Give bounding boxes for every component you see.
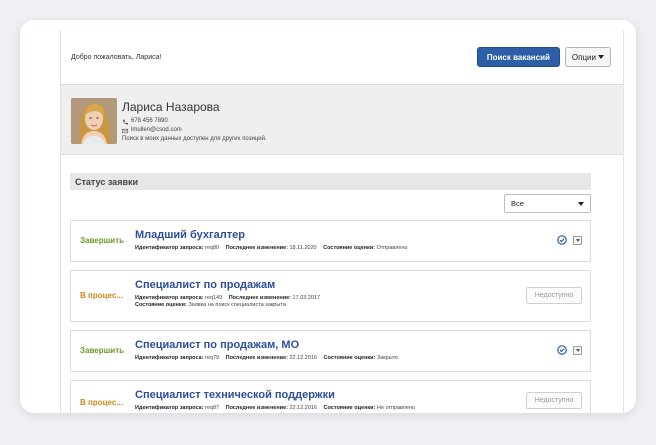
chevron-down-icon [575,348,580,352]
phone-line: 678 456 7890 [122,117,267,126]
job-title-link[interactable]: Специалист по продажам, МО [135,339,299,351]
phone-icon [122,119,128,124]
row-actions [557,235,582,245]
request-id-value: req80 [205,245,220,251]
status-label: Завершить [80,236,125,245]
assessment-status-value: Не отправлено [376,405,416,411]
requisition-meta-secondary: Состояние оценки: Заявка на поиск специа… [135,302,286,309]
assessment-status-label: Состояние оценки: [323,405,376,411]
requisition-meta: Идентификатор запроса: req149 Последнее … [135,295,320,302]
top-bar-actions: Поиск вакансий Опции [476,47,611,67]
job-title-link[interactable]: Специалист по продажам [135,279,275,291]
profile-info: Лариса Назарова 678 456 7890 lmullen@cso… [122,100,267,144]
status-label: В процес... [80,398,123,407]
requisition-meta: Идентификатор запроса: req79 Последнее и… [135,355,398,362]
requisition-card: В процес... Специалист по продажам Идент… [70,270,591,322]
assessment-status-value: Отправлено [376,245,408,251]
job-title-link[interactable]: Специалист технической поддержки [135,389,335,401]
status-filter-select[interactable]: Все [504,194,591,213]
top-bar: Добро пожаловать, Лариса! Поиск вакансий… [61,30,623,85]
request-id-label: Идентификатор запроса: [135,355,204,361]
career-center-page: Добро пожаловать, Лариса! Поиск вакансий… [60,30,624,413]
status-label: В процес... [80,291,123,300]
request-id-label: Идентификатор запроса: [135,245,204,251]
profile-panel: Лариса Назарова 678 456 7890 lmullen@cso… [61,85,623,155]
last-change-label: Последнее изменение: [228,295,292,301]
options-dropdown-button[interactable]: Опции [564,47,611,67]
assessment-status-label: Состояние оценки: [135,302,187,308]
request-id-value: req87 [205,405,220,411]
email-line: lmullen@csod.com [122,126,267,135]
requisition-meta: Идентификатор запроса: req87 Последнее и… [135,405,415,412]
check-circle-icon [557,235,567,245]
last-change-value: 18.11.2020 [289,245,317,251]
requisition-meta: Идентификатор запроса: req80 Последнее и… [135,245,408,252]
check-circle-icon [557,345,567,355]
filter-value: Все [511,199,524,208]
unavailable-button[interactable]: Недоступно [526,287,582,304]
last-change-value: 17.03.2017 [292,295,321,301]
chevron-down-icon [598,55,604,59]
chevron-down-icon [578,201,584,206]
chevron-down-icon [575,238,580,242]
request-id-label: Идентификатор запроса: [135,295,204,301]
screenshot-frame: Добро пожаловать, Лариса! Поиск вакансий… [20,20,636,413]
assessment-status-label: Состояние оценки: [323,355,376,361]
profile-name: Лариса Назарова [122,100,220,114]
request-id-value: req149 [205,295,223,301]
assessment-status-value: Закрыто [376,355,399,361]
row-menu-button[interactable] [573,235,582,245]
requisition-card: В процес... Специалист технической подде… [70,380,591,413]
avatar[interactable] [71,98,117,144]
search-jobs-button[interactable]: Поиск вакансий [476,47,560,67]
assessment-status-value: Заявка на поиск специалиста закрыта [188,302,286,308]
unavailable-button[interactable]: Недоступно [526,392,582,409]
request-id-label: Идентификатор запроса: [135,405,204,411]
row-menu-button[interactable] [573,345,582,355]
request-id-value: req79 [205,355,220,361]
email-address: lmullen@csod.com [131,127,182,133]
privacy-note: Поиск в моих данных доступен для других … [122,136,267,142]
welcome-message: Добро пожаловать, Лариса! [71,53,162,61]
row-actions [557,345,582,355]
requisition-card: Завершить Младший бухгалтер Идентификато… [70,220,591,262]
last-change-label: Последнее изменение: [225,405,288,411]
last-change-value: 22.12.2016 [289,405,318,411]
assessment-status-label: Состояние оценки: [323,245,375,251]
last-change-label: Последнее изменение: [225,355,288,361]
last-change-value: 22.12.2016 [289,355,318,361]
status-label: Завершить [80,346,125,355]
envelope-icon [122,128,128,133]
phone-number: 678 456 7890 [131,118,168,124]
requisition-card: Завершить Специалист по продажам, МО Иде… [70,330,591,372]
job-title-link[interactable]: Младший бухгалтер [135,229,245,241]
last-change-label: Последнее изменение: [225,245,288,251]
section-title: Статус заявки [70,173,591,190]
options-label: Опции [571,52,596,62]
